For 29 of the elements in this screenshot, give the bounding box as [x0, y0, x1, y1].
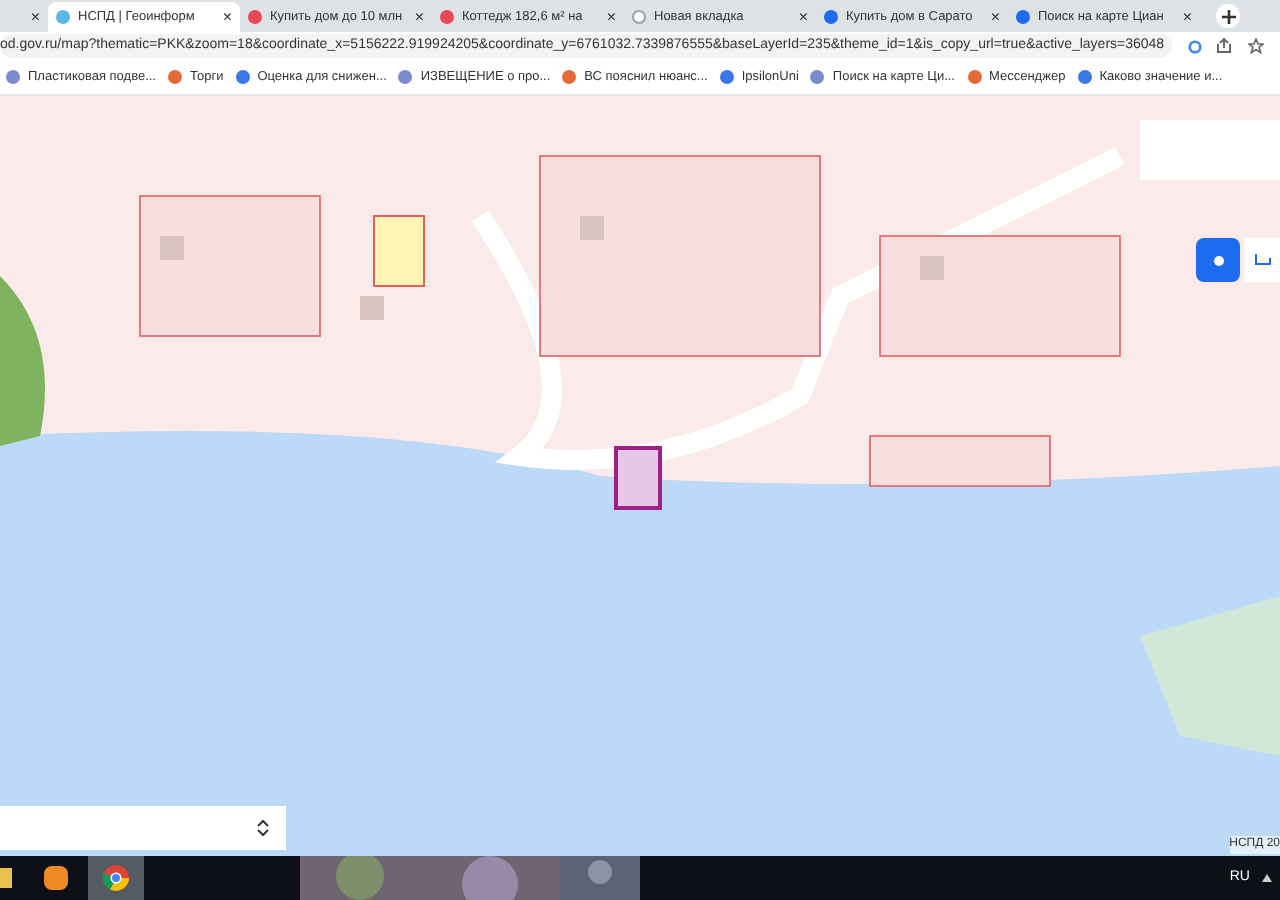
- tab-close-button[interactable]: ×: [414, 9, 424, 25]
- tab-close-button[interactable]: ×: [222, 9, 232, 25]
- bookmark-favicon-icon: [168, 70, 182, 84]
- bookmark-favicon-icon: [398, 70, 413, 84]
- tab-favicon-icon: [824, 10, 838, 24]
- star-icon[interactable]: [1248, 38, 1264, 54]
- tab-favicon-icon: [632, 10, 646, 24]
- tab-close-button[interactable]: ×: [990, 9, 1000, 25]
- share-icon[interactable]: [1216, 38, 1232, 54]
- tab-favicon-icon: [248, 10, 262, 24]
- tab-close-button[interactable]: ×: [30, 9, 40, 25]
- bookmark-favicon-icon: [719, 70, 734, 84]
- browser-logo-icon: [102, 864, 130, 892]
- tab-close-button[interactable]: ×: [606, 9, 616, 25]
- bookmark-favicon-icon: [967, 70, 981, 84]
- tab-favicon-icon: [440, 10, 454, 24]
- bookmark-favicon-icon: [235, 70, 250, 84]
- tab-favicon-icon: [1016, 10, 1030, 24]
- tab-close-button[interactable]: ×: [798, 9, 808, 25]
- bookmark-favicon-icon: [810, 70, 825, 84]
- bookmark-favicon-icon: [6, 70, 20, 84]
- bookmark-favicon-icon: [1077, 70, 1092, 84]
- new-tab-icon[interactable]: [1216, 4, 1240, 28]
- bookmark-favicon-icon: [562, 70, 577, 84]
- tray-caret-icon[interactable]: [1262, 874, 1272, 882]
- browser-tab[interactable]: ×: [0, 2, 48, 32]
- chrome-taskbar-button[interactable]: [88, 856, 144, 900]
- tab-close-button[interactable]: ×: [1182, 9, 1192, 25]
- tab-favicon-icon: [56, 10, 70, 24]
